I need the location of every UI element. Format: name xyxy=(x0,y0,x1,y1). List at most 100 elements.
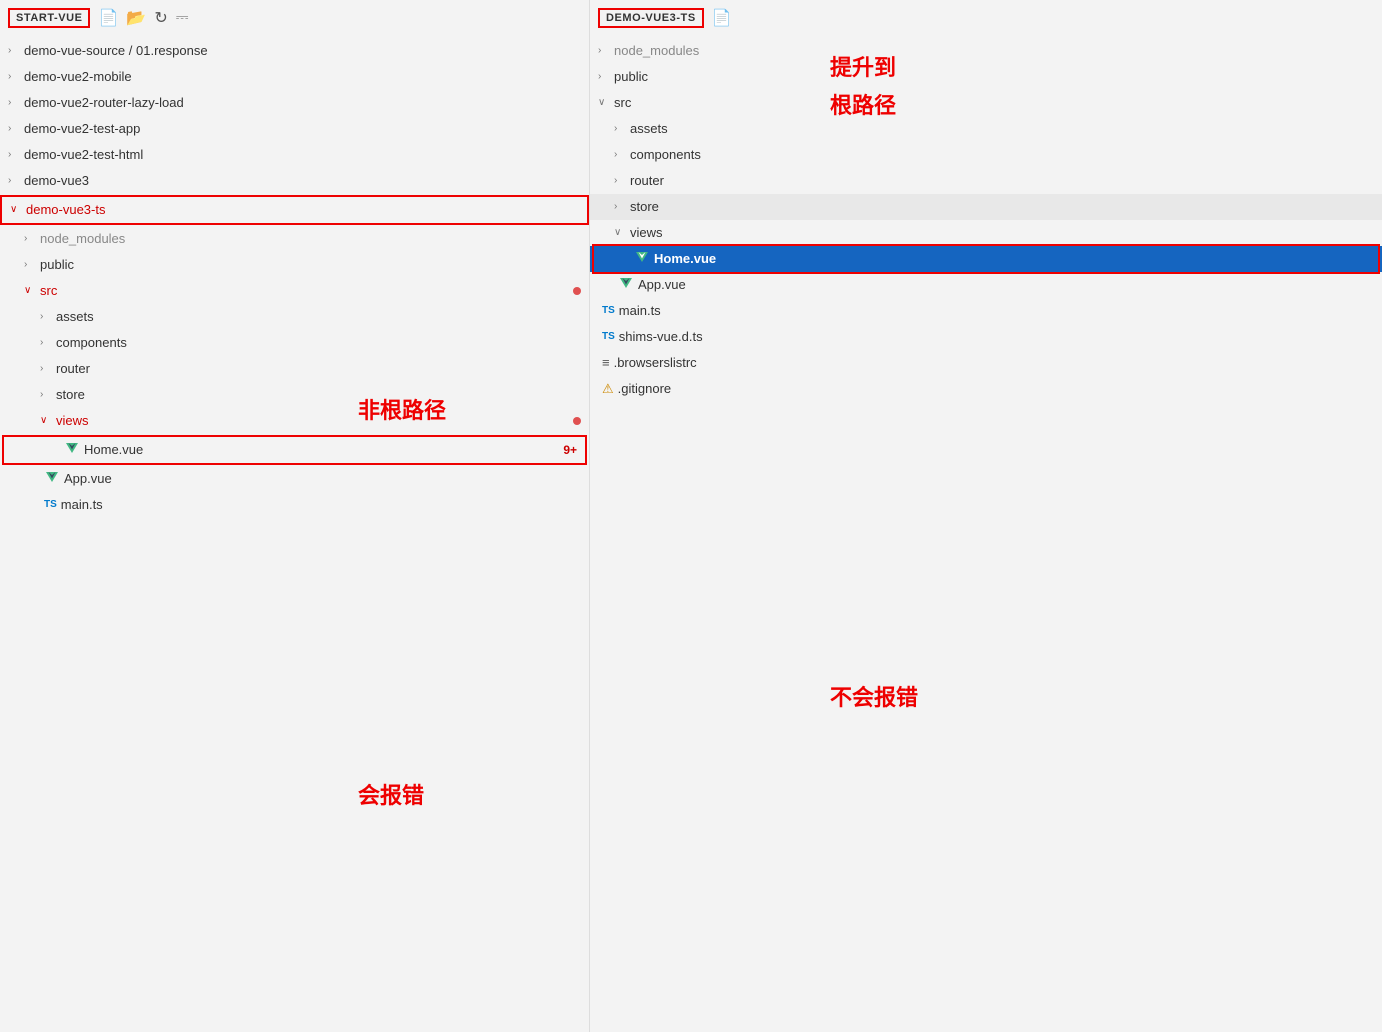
tree-item-src[interactable]: ∨ src xyxy=(590,90,1382,116)
badge-count: 9+ xyxy=(563,439,585,461)
tree-item[interactable]: › demo-vue2-test-html xyxy=(0,142,589,168)
tree-item[interactable]: › node_modules xyxy=(590,38,1382,64)
tree-item[interactable]: › demo-vue3 xyxy=(0,168,589,194)
arrow-icon: › xyxy=(8,118,24,140)
tree-item[interactable]: › assets xyxy=(0,304,589,330)
tree-item-home-vue-selected[interactable]: Home.vue xyxy=(590,246,1382,272)
tree-item-router[interactable]: › router xyxy=(590,168,1382,194)
arrow-icon: › xyxy=(24,254,40,276)
item-label: src xyxy=(614,92,631,114)
tree-item[interactable]: › components xyxy=(0,330,589,356)
item-label: demo-vue2-router-lazy-load xyxy=(24,92,184,114)
tree-item[interactable]: › demo-vue2-mobile xyxy=(0,64,589,90)
arrow-icon: › xyxy=(8,144,24,166)
ts-icon: TS xyxy=(602,300,615,322)
refresh-icon[interactable]: ↻ xyxy=(154,8,167,28)
arrow-icon: › xyxy=(40,384,56,406)
arrow-icon: › xyxy=(614,144,630,166)
demo-vue3-ts-container: ∨ demo-vue3-ts xyxy=(0,195,589,225)
item-label: assets xyxy=(630,118,668,140)
right-workspace-title: DEMO-VUE3-TS xyxy=(598,8,704,28)
item-label: views xyxy=(56,410,89,432)
arrow-icon: ∨ xyxy=(10,199,26,221)
tree-item[interactable]: › components xyxy=(590,142,1382,168)
right-toolbar: DEMO-VUE3-TS 📄 xyxy=(590,0,1382,36)
lines-icon: ≡ xyxy=(602,352,610,374)
tree-item[interactable]: › demo-vue2-test-app xyxy=(0,116,589,142)
item-label: store xyxy=(56,384,85,406)
item-label: demo-vue-source / 01.response xyxy=(24,40,208,62)
arrow-icon: › xyxy=(614,118,630,140)
arrow-icon: › xyxy=(614,196,630,218)
ts-icon: TS xyxy=(44,494,57,516)
tree-item-demo-vue3-ts[interactable]: ∨ demo-vue3-ts xyxy=(0,195,589,225)
arrow-icon: › xyxy=(8,40,24,62)
tree-item-views[interactable]: ∨ views xyxy=(590,220,1382,246)
vue-icon xyxy=(634,252,650,266)
tree-item-views[interactable]: ∨ views xyxy=(0,408,589,434)
left-panel: START-VUE 📄 📂 ↻ ⎓ › demo-vue-source / 01… xyxy=(0,0,590,1032)
item-label: App.vue xyxy=(64,468,112,490)
tree-item-gitignore[interactable]: ⚠ .gitignore xyxy=(590,376,1382,402)
item-label: Home.vue xyxy=(654,248,716,270)
tree-item-app-vue[interactable]: App.vue xyxy=(590,272,1382,298)
tree-item-router[interactable]: › router xyxy=(0,356,589,382)
arrow-icon: › xyxy=(8,92,24,114)
left-toolbar: START-VUE 📄 📂 ↻ ⎓ xyxy=(0,0,589,36)
vue-icon xyxy=(64,443,80,457)
arrow-icon: ∨ xyxy=(40,410,56,432)
modified-dot xyxy=(573,287,581,295)
tree-item-src[interactable]: ∨ src xyxy=(0,278,589,304)
item-label: demo-vue2-test-app xyxy=(24,118,140,140)
tree-item[interactable]: › node_modules xyxy=(0,226,589,252)
tree-item[interactable]: › public xyxy=(0,252,589,278)
tree-item[interactable]: › public xyxy=(590,64,1382,90)
tree-item-shims[interactable]: TS shims-vue.d.ts xyxy=(590,324,1382,350)
item-label: main.ts xyxy=(619,300,661,322)
arrow-icon: › xyxy=(8,66,24,88)
arrow-icon: › xyxy=(40,358,56,380)
left-workspace-title: START-VUE xyxy=(8,8,90,28)
arrow-icon: › xyxy=(614,170,630,192)
item-label: main.ts xyxy=(61,494,103,516)
item-label: demo-vue3-ts xyxy=(26,199,105,221)
arrow-icon: › xyxy=(598,40,614,62)
arrow-icon: › xyxy=(24,228,40,250)
arrow-icon: › xyxy=(40,332,56,354)
tree-item-browserslistrc[interactable]: ≡ .browserslistrc xyxy=(590,350,1382,376)
tree-item-store[interactable]: › store xyxy=(0,382,589,408)
item-label: .gitignore xyxy=(618,378,671,400)
tree-item[interactable]: › assets xyxy=(590,116,1382,142)
tree-item-store[interactable]: › store xyxy=(590,194,1382,220)
item-label: public xyxy=(614,66,648,88)
item-label: src xyxy=(40,280,57,302)
tree-item-main-ts[interactable]: TS main.ts xyxy=(590,298,1382,324)
tree-item[interactable]: › demo-vue-source / 01.response xyxy=(0,38,589,64)
arrow-icon: ∨ xyxy=(614,222,630,244)
item-label: demo-vue2-test-html xyxy=(24,144,143,166)
item-label: demo-vue2-mobile xyxy=(24,66,132,88)
item-label: demo-vue3 xyxy=(24,170,89,192)
new-folder-icon[interactable]: 📂 xyxy=(126,8,146,28)
tree-item-app-vue[interactable]: App.vue xyxy=(0,466,589,492)
item-label: node_modules xyxy=(40,228,125,250)
ts-icon: TS xyxy=(602,326,615,348)
modified-dot xyxy=(573,417,581,425)
item-label: router xyxy=(56,358,90,380)
item-label: assets xyxy=(56,306,94,328)
item-label: shims-vue.d.ts xyxy=(619,326,703,348)
vue-icon xyxy=(44,472,60,486)
new-file-icon[interactable]: 📄 xyxy=(98,8,118,28)
warning-icon: ⚠ xyxy=(602,378,614,400)
home-vue-container: Home.vue 9+ xyxy=(0,435,589,465)
tree-item-home-vue[interactable]: Home.vue 9+ xyxy=(2,435,587,465)
tree-item-main-ts[interactable]: TS main.ts xyxy=(0,492,589,518)
item-label: store xyxy=(630,196,659,218)
collapse-icon[interactable]: ⎓ xyxy=(176,9,189,27)
arrow-icon: ∨ xyxy=(24,280,40,302)
home-vue-right-container: Home.vue xyxy=(590,246,1382,272)
arrow-icon: › xyxy=(8,170,24,192)
tree-item[interactable]: › demo-vue2-router-lazy-load xyxy=(0,90,589,116)
new-file-icon[interactable]: 📄 xyxy=(712,8,732,28)
item-label: views xyxy=(630,222,663,244)
